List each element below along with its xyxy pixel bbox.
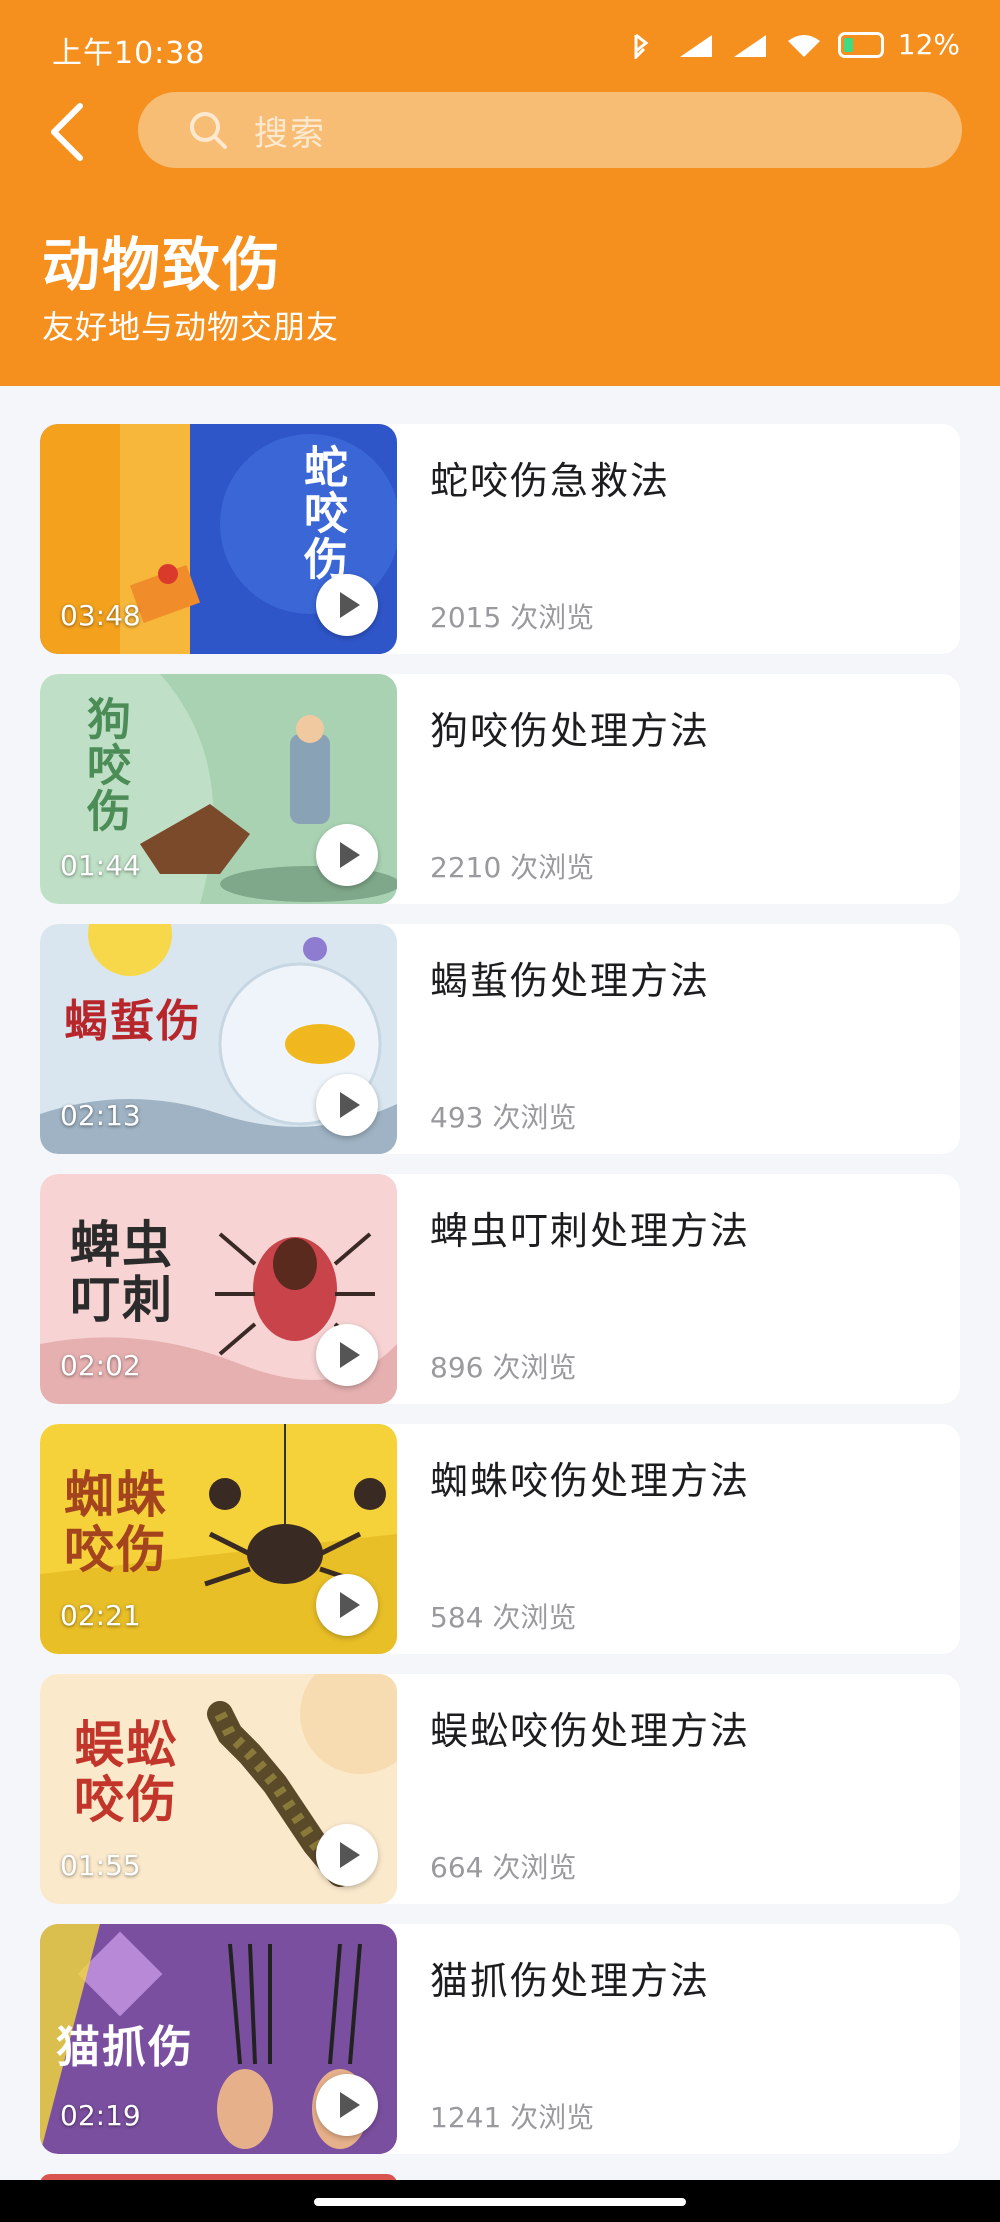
video-title[interactable]: 蛇咬伤急救法 bbox=[430, 450, 670, 505]
video-title[interactable]: 蜈蚣咬伤处理方法 bbox=[430, 1700, 750, 1755]
video-duration: 02:19 bbox=[60, 2099, 141, 2132]
view-count: 664 次浏览 bbox=[430, 1851, 577, 1884]
search-input[interactable]: 搜索 bbox=[254, 106, 326, 155]
video-title[interactable]: 蜱虫叮刺处理方法 bbox=[430, 1200, 750, 1255]
search-icon bbox=[190, 112, 227, 149]
chevron-left-icon bbox=[51, 103, 83, 161]
video-title[interactable]: 蜘蛛咬伤处理方法 bbox=[430, 1450, 750, 1505]
video-thumbnail[interactable]: 蝎蜇伤 02:13 bbox=[40, 924, 397, 1154]
signal-icon bbox=[679, 34, 712, 57]
list-item[interactable]: 猫抓伤 02:19 猫抓伤处理方法 1241 次浏览 bbox=[40, 1924, 960, 2154]
thumbnail-caption: 蛇咬伤 bbox=[296, 444, 347, 582]
play-icon[interactable] bbox=[316, 1324, 378, 1386]
list-item[interactable]: 蝎蜇伤 02:13 蝎蜇伤处理方法 493 次浏览 bbox=[40, 924, 960, 1154]
video-thumbnail[interactable]: 蜘蛛咬伤 02:21 bbox=[40, 1424, 397, 1654]
status-bar: 上午10:38 12% bbox=[0, 0, 1000, 96]
list-item[interactable]: 蜱虫叮刺 02:02 蜱虫叮刺处理方法 896 次浏览 bbox=[40, 1174, 960, 1404]
status-icons: 12% bbox=[622, 28, 960, 61]
play-icon[interactable] bbox=[316, 2074, 378, 2136]
signal-icon bbox=[733, 34, 766, 57]
play-icon[interactable] bbox=[316, 1074, 378, 1136]
thumbnail-caption: 蝎蜇伤 bbox=[64, 996, 202, 1047]
list-item[interactable]: 狗咬伤 01:44 狗咬伤处理方法 2210 次浏览 bbox=[40, 674, 960, 904]
thumbnail-caption: 蜘蛛咬伤 bbox=[64, 1466, 168, 1579]
video-title[interactable]: 猫抓伤处理方法 bbox=[430, 1950, 710, 2005]
list-item[interactable]: 蜘蛛咬伤 02:21 蜘蛛咬伤处理方法 584 次浏览 bbox=[40, 1424, 960, 1654]
video-title[interactable]: 蝎蜇伤处理方法 bbox=[430, 950, 710, 1005]
thumbnail-caption: 猫抓伤 bbox=[56, 2022, 194, 2073]
bluetooth-icon bbox=[634, 33, 649, 59]
video-duration: 01:44 bbox=[60, 849, 141, 882]
view-count: 493 次浏览 bbox=[430, 1101, 577, 1134]
video-thumbnail[interactable]: 蜈蚣咬伤 01:55 bbox=[40, 1674, 397, 1904]
video-duration: 02:21 bbox=[60, 1599, 141, 1632]
navigation-bar bbox=[0, 2180, 1000, 2222]
battery-icon bbox=[837, 31, 884, 58]
view-count: 584 次浏览 bbox=[430, 1601, 577, 1634]
view-count: 2210 次浏览 bbox=[430, 851, 595, 884]
page-subtitle: 友好地与动物交朋友 bbox=[42, 308, 340, 346]
back-button[interactable] bbox=[42, 100, 98, 164]
video-thumbnail[interactable]: 蜱虫叮刺 02:02 bbox=[40, 1174, 397, 1404]
video-thumbnail[interactable]: 狗咬伤 01:44 bbox=[40, 674, 397, 904]
video-duration: 02:02 bbox=[60, 1349, 141, 1382]
view-count: 896 次浏览 bbox=[430, 1351, 577, 1384]
play-icon[interactable] bbox=[316, 824, 378, 886]
video-duration: 01:55 bbox=[60, 1849, 141, 1882]
page-title: 动物致伤 bbox=[42, 231, 283, 299]
list-item[interactable]: 蜈蚣咬伤 01:55 蜈蚣咬伤处理方法 664 次浏览 bbox=[40, 1674, 960, 1904]
wifi-icon bbox=[787, 34, 820, 57]
list-item[interactable]: 蛇咬伤 03:48 蛇咬伤急救法 2015 次浏览 bbox=[40, 424, 960, 654]
video-thumbnail[interactable]: 蛇咬伤 03:48 bbox=[40, 424, 397, 654]
play-icon[interactable] bbox=[316, 1824, 378, 1886]
video-duration: 03:48 bbox=[60, 599, 141, 632]
view-count: 1241 次浏览 bbox=[430, 2101, 595, 2134]
play-icon[interactable] bbox=[316, 574, 378, 636]
thumbnail-caption: 蜱虫叮刺 bbox=[70, 1216, 174, 1329]
thumbnail-caption: 蜈蚣咬伤 bbox=[74, 1716, 178, 1829]
battery-percent: 12% bbox=[897, 28, 960, 61]
play-icon[interactable] bbox=[316, 1574, 378, 1636]
header: 上午10:38 12% 搜索 动物致伤 友好地与动物交朋友 bbox=[0, 0, 1000, 386]
thumbnail-caption: 狗咬伤 bbox=[79, 696, 130, 834]
video-duration: 02:13 bbox=[60, 1099, 141, 1132]
home-indicator[interactable] bbox=[314, 2198, 686, 2206]
video-thumbnail[interactable]: 猫抓伤 02:19 bbox=[40, 1924, 397, 2154]
status-time: 上午10:38 bbox=[52, 36, 206, 71]
video-title[interactable]: 狗咬伤处理方法 bbox=[430, 700, 710, 755]
view-count: 2015 次浏览 bbox=[430, 601, 595, 634]
search-bar[interactable]: 搜索 bbox=[138, 92, 962, 168]
